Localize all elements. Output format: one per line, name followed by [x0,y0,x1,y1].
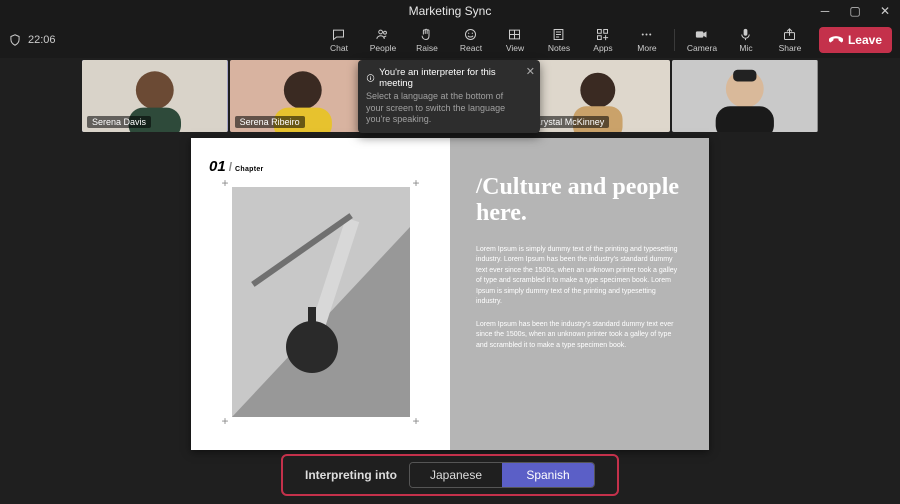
chat-icon [331,27,346,42]
react-button[interactable]: React [452,23,490,57]
share-button[interactable]: Share [771,23,809,57]
slide-photo-frame: + + + + [232,187,410,417]
meeting-toolbar: 22:06 Chat People Raise React View Notes… [0,22,900,58]
share-icon [782,27,797,42]
slide-paragraph: Lorem Ipsum is simply dummy text of the … [476,245,683,308]
crop-mark-icon: + [222,415,229,427]
slide-right-panel: /Culture and people here. Lorem Ipsum is… [450,138,709,450]
camera-button[interactable]: Camera [683,23,721,57]
tooltip-title: You're an interpreter for this meeting [379,67,518,89]
titlebar: Marketing Sync ─ ▢ ✕ [0,0,900,22]
participant-name: Krystal McKinney [530,116,610,128]
people-icon [375,27,390,42]
close-button[interactable]: ✕ [870,0,900,22]
crop-mark-icon: + [412,415,419,427]
duration-text: 22:06 [28,34,56,46]
presentation-stage: 01 / Chapter + + + + /Culture a [0,134,900,450]
chapter-marker: 01 / Chapter [209,158,432,175]
participant-name: Serena Davis [87,116,151,128]
interpreter-tooltip: You're an interpreter for this meeting S… [358,60,540,133]
language-option-spanish[interactable]: Spanish [502,463,594,487]
slide-photo [232,187,410,417]
leave-icon [829,33,843,47]
language-toggle: Japanese Spanish [409,462,595,488]
mic-button[interactable]: Mic [727,23,765,57]
slide-left-panel: 01 / Chapter + + + + [191,138,450,450]
apps-icon [595,27,610,42]
participant-tile[interactable]: Serena Davis [82,60,228,132]
maximize-button[interactable]: ▢ [840,0,870,22]
tooltip-close-button[interactable]: ✕ [526,65,535,78]
toolbar-separator [674,29,675,51]
raise-hand-icon [419,27,434,42]
camera-icon [694,27,709,42]
more-button[interactable]: More [628,23,666,57]
info-icon [366,73,375,83]
leave-button[interactable]: Leave [819,27,892,53]
raise-hand-button[interactable]: Raise [408,23,446,57]
notes-button[interactable]: Notes [540,23,578,57]
tooltip-body: Select a language at the bottom of your … [366,91,518,126]
shield-icon [8,33,22,47]
participant-tile[interactable]: Serena Ribeiro [230,60,376,132]
apps-button[interactable]: Apps [584,23,622,57]
meeting-duration: 22:06 [8,33,56,47]
notes-icon [551,27,566,42]
slide-headline: /Culture and people here. [476,174,683,227]
window-title: Marketing Sync [409,4,492,18]
crop-mark-icon: + [222,177,229,189]
shared-slide: 01 / Chapter + + + + /Culture a [191,138,709,450]
mic-icon [738,27,753,42]
window-controls: ─ ▢ ✕ [810,0,900,22]
minimize-button[interactable]: ─ [810,0,840,22]
participant-name: Serena Ribeiro [235,116,305,128]
participant-tile[interactable] [672,60,818,132]
language-option-japanese[interactable]: Japanese [410,463,502,487]
more-icon [639,27,654,42]
participant-tile[interactable]: Krystal McKinney [525,60,671,132]
react-icon [463,27,478,42]
slide-paragraph: Lorem Ipsum has been the industry's stan… [476,320,683,352]
interpreter-label: Interpreting into [305,468,397,482]
tooltip-title-row: You're an interpreter for this meeting [366,67,518,89]
crop-mark-icon: + [412,177,419,189]
people-button[interactable]: People [364,23,402,57]
chapter-label: Chapter [235,166,264,173]
chat-button[interactable]: Chat [320,23,358,57]
leave-label: Leave [848,33,882,47]
interpreter-bar: Interpreting into Japanese Spanish [281,454,619,496]
chapter-number: 01 [209,158,226,175]
view-button[interactable]: View [496,23,534,57]
view-icon [507,27,522,42]
